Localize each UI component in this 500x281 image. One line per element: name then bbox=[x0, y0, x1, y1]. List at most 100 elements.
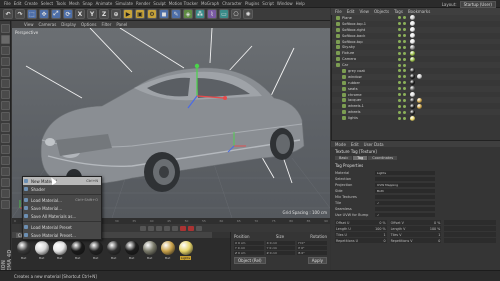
render-visibility-icon[interactable] bbox=[403, 69, 406, 73]
object-menu-tags[interactable]: Tags bbox=[394, 9, 403, 14]
model-mode-icon[interactable] bbox=[0, 35, 10, 44]
menu-render[interactable]: Render bbox=[136, 1, 150, 6]
texture-tag-icon[interactable] bbox=[417, 97, 422, 103]
visibility-dots[interactable] bbox=[398, 63, 406, 67]
texture-tag-icon[interactable] bbox=[410, 50, 415, 56]
tab-tag[interactable]: Tag bbox=[353, 156, 368, 160]
menu-mesh[interactable]: Mesh bbox=[69, 1, 80, 6]
render-visibility-icon[interactable] bbox=[403, 22, 406, 26]
visibility-dots[interactable] bbox=[398, 51, 406, 55]
visibility-dots[interactable] bbox=[398, 81, 406, 85]
object-menu-bookmarks[interactable]: Bookmarks bbox=[408, 9, 430, 14]
camera-icon[interactable]: ⎔ bbox=[231, 9, 241, 19]
make-editable-icon[interactable] bbox=[0, 24, 10, 33]
polygons-mode-icon[interactable] bbox=[0, 90, 10, 99]
menu-edit[interactable]: Edit bbox=[14, 1, 22, 6]
editor-visibility-icon[interactable] bbox=[398, 93, 401, 97]
tab-basic[interactable]: Basic bbox=[335, 156, 353, 160]
texture-tag-icon[interactable] bbox=[410, 39, 415, 44]
material-swatch[interactable]: Mat bbox=[52, 241, 67, 267]
viewport-menu-cameras[interactable]: Cameras bbox=[39, 22, 57, 27]
coordinate-field[interactable]: X 0 cm bbox=[234, 241, 264, 245]
render-visibility-icon[interactable] bbox=[403, 34, 406, 38]
workplane-icon[interactable] bbox=[0, 57, 10, 66]
viewport-solo-icon[interactable] bbox=[0, 189, 10, 198]
object-row[interactable]: lights bbox=[332, 115, 500, 121]
property-value[interactable]: ✓ bbox=[375, 213, 435, 217]
editor-visibility-icon[interactable] bbox=[398, 104, 401, 108]
rotate-icon[interactable]: ⟳ bbox=[63, 9, 73, 19]
editor-visibility-icon[interactable] bbox=[398, 34, 401, 38]
menu-file[interactable]: File bbox=[4, 1, 11, 6]
z-axis-icon[interactable]: Z bbox=[99, 9, 109, 19]
property-value[interactable]: Lights bbox=[375, 171, 435, 175]
texture-tag-icon[interactable] bbox=[410, 27, 415, 33]
context-item-save-material[interactable]: Save Material... bbox=[23, 204, 101, 212]
menu-mograph[interactable]: MoGraph bbox=[201, 1, 219, 6]
property-value[interactable] bbox=[375, 207, 435, 211]
menu-simulate[interactable]: Simulate bbox=[115, 1, 133, 6]
context-item-save-material-preset[interactable]: Save Material Preset... bbox=[23, 231, 101, 239]
coordinate-field[interactable]: Z 0 cm bbox=[265, 251, 296, 255]
editor-visibility-icon[interactable] bbox=[398, 16, 401, 20]
viewport-menu-filter[interactable]: Filter bbox=[101, 22, 111, 27]
menu-tools[interactable]: Tools bbox=[56, 1, 66, 6]
keyframe-icon[interactable] bbox=[196, 225, 202, 231]
texture-axis-icon[interactable] bbox=[0, 167, 10, 176]
render-settings-icon[interactable]: ⚙ bbox=[147, 9, 157, 19]
texture-tag-icon[interactable] bbox=[410, 74, 415, 80]
visibility-dots[interactable] bbox=[398, 45, 406, 49]
render-view-icon[interactable]: ▶ bbox=[123, 9, 133, 19]
locked-workplane-icon[interactable] bbox=[0, 178, 10, 187]
coordinate-field[interactable]: Y 0 cm bbox=[265, 246, 296, 250]
menu-help[interactable]: Help bbox=[296, 1, 305, 6]
render-visibility-icon[interactable] bbox=[403, 45, 406, 49]
texture-tag-icon[interactable] bbox=[410, 21, 415, 27]
next-frame-icon[interactable] bbox=[164, 225, 170, 231]
goto-start-icon[interactable] bbox=[140, 225, 146, 231]
layout-dropdown[interactable]: Startup (User) bbox=[459, 1, 496, 8]
render-visibility-icon[interactable] bbox=[403, 28, 406, 32]
context-item-save-all-materials-as[interactable]: Save All Materials as... bbox=[23, 212, 101, 220]
redo-icon[interactable]: ↷ bbox=[15, 9, 25, 19]
coordinate-field[interactable]: Y 0 cm bbox=[234, 246, 264, 250]
solo-icon[interactable] bbox=[0, 145, 10, 154]
object-menu-file[interactable]: File bbox=[335, 9, 342, 14]
property-value[interactable]: UVW Mapping bbox=[375, 183, 435, 187]
render-visibility-icon[interactable] bbox=[403, 87, 406, 91]
property-tiles-u[interactable]: Tiles U 1 bbox=[335, 232, 387, 237]
car-model[interactable] bbox=[40, 67, 305, 192]
property-repetitions-u[interactable]: Repetitions U 0 bbox=[335, 238, 387, 243]
viewport-menu-panel[interactable]: Panel bbox=[116, 22, 127, 27]
render-visibility-icon[interactable] bbox=[403, 40, 406, 43]
visibility-dots[interactable] bbox=[398, 34, 406, 38]
texture-tag-icon[interactable] bbox=[417, 103, 422, 109]
scale-icon[interactable]: ⤢ bbox=[51, 9, 61, 19]
material-swatch[interactable]: Mat bbox=[142, 241, 157, 267]
points-mode-icon[interactable] bbox=[0, 68, 10, 77]
editor-visibility-icon[interactable] bbox=[398, 116, 401, 120]
y-axis-icon[interactable]: Y bbox=[87, 9, 97, 19]
brush-icon[interactable] bbox=[0, 200, 10, 209]
render-visibility-icon[interactable] bbox=[403, 116, 406, 120]
editor-visibility-icon[interactable] bbox=[398, 51, 401, 55]
move-icon[interactable]: ✥ bbox=[39, 9, 49, 19]
live-select-icon[interactable]: ⬚ bbox=[27, 9, 37, 19]
visibility-dots[interactable] bbox=[398, 28, 406, 32]
texture-tag-icon[interactable] bbox=[410, 86, 415, 92]
visibility-dots[interactable] bbox=[398, 116, 406, 120]
floor-icon[interactable]: ▭ bbox=[219, 9, 229, 19]
visibility-dots[interactable] bbox=[398, 104, 406, 108]
workplane-lock-icon[interactable] bbox=[0, 134, 10, 143]
render-visibility-icon[interactable] bbox=[403, 63, 406, 67]
visibility-dots[interactable] bbox=[398, 69, 406, 73]
editor-visibility-icon[interactable] bbox=[398, 28, 401, 32]
texture-tag-icon[interactable] bbox=[410, 68, 415, 74]
x-axis-icon[interactable]: X bbox=[75, 9, 85, 19]
menu-snap[interactable]: Snap bbox=[82, 1, 92, 6]
editor-visibility-icon[interactable] bbox=[398, 98, 401, 102]
viewport-menu-display[interactable]: Display bbox=[61, 22, 76, 27]
material-swatch[interactable]: Mat bbox=[124, 241, 139, 267]
texture-tag-icon[interactable] bbox=[410, 92, 415, 98]
goto-end-icon[interactable] bbox=[172, 225, 178, 231]
